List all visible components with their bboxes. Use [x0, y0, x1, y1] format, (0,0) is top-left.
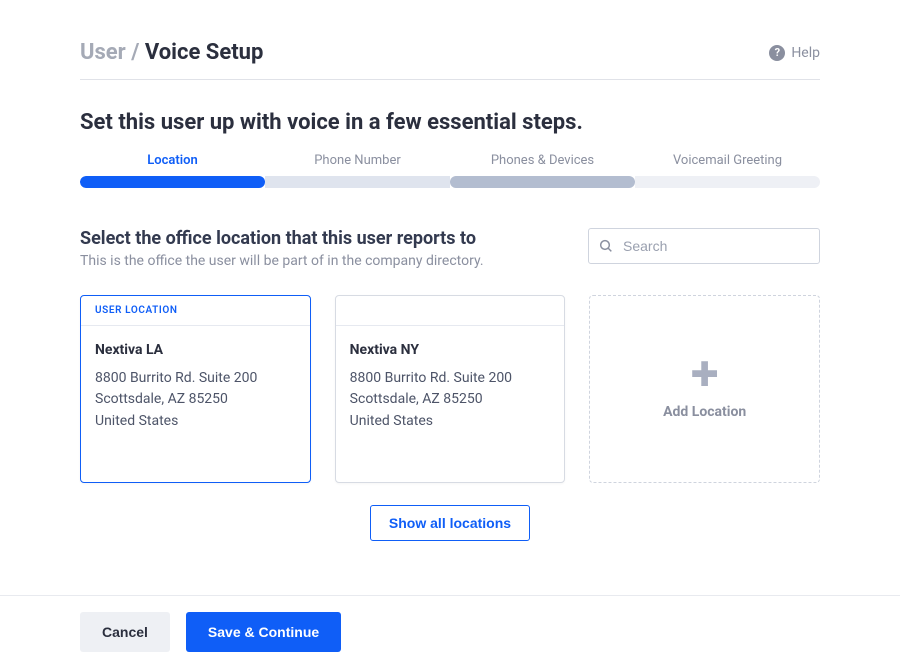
breadcrumb: User / Voice Setup [80, 40, 263, 65]
cancel-button[interactable]: Cancel [80, 612, 170, 652]
step-voicemail-greeting[interactable]: Voicemail Greeting [635, 153, 820, 168]
breadcrumb-parent[interactable]: User [80, 40, 126, 65]
location-address-line3: United States [350, 411, 551, 433]
progress-segment-3 [450, 176, 635, 188]
progress-segment-1 [80, 176, 265, 188]
progress-bar [80, 176, 820, 188]
location-card-nextiva-ny[interactable]: Nextiva NY 8800 Burrito Rd. Suite 200 Sc… [335, 295, 566, 483]
page-lead: Set this user up with voice in a few ess… [80, 110, 820, 135]
section-title: Select the office location that this use… [80, 228, 484, 249]
location-address-line3: United States [95, 411, 296, 433]
location-address-line1: 8800 Burrito Rd. Suite 200 [95, 368, 296, 390]
search-input[interactable] [588, 228, 820, 264]
location-address-line1: 8800 Burrito Rd. Suite 200 [350, 368, 551, 390]
step-phones-devices[interactable]: Phones & Devices [450, 153, 635, 168]
add-location-button[interactable]: ✚ Add Location [589, 295, 820, 483]
plus-icon: ✚ [690, 358, 719, 392]
search-field[interactable] [588, 228, 820, 264]
breadcrumb-current: Voice Setup [145, 40, 264, 65]
add-location-label: Add Location [663, 404, 746, 420]
search-icon [598, 238, 614, 254]
card-badge [336, 296, 565, 326]
location-address-line2: Scottsdale, AZ 85250 [95, 389, 296, 411]
card-badge: USER LOCATION [81, 296, 310, 326]
show-all-locations-button[interactable]: Show all locations [370, 505, 530, 541]
location-name: Nextiva LA [95, 340, 296, 362]
footer-actions: Cancel Save & Continue [0, 595, 900, 668]
save-continue-button[interactable]: Save & Continue [186, 612, 341, 652]
breadcrumb-separator: / [126, 40, 145, 65]
help-icon: ? [769, 45, 785, 61]
help-label: Help [791, 45, 820, 61]
step-phone-number[interactable]: Phone Number [265, 153, 450, 168]
progress-segment-2 [265, 176, 450, 188]
help-link[interactable]: ? Help [769, 45, 820, 61]
progress-steps: Location Phone Number Phones & Devices V… [80, 153, 820, 168]
location-name: Nextiva NY [350, 340, 551, 362]
section-subtitle: This is the office the user will be part… [80, 253, 484, 269]
location-address-line2: Scottsdale, AZ 85250 [350, 389, 551, 411]
location-card-nextiva-la[interactable]: USER LOCATION Nextiva LA 8800 Burrito Rd… [80, 295, 311, 483]
progress-segment-4 [635, 176, 820, 188]
step-location[interactable]: Location [80, 153, 265, 168]
